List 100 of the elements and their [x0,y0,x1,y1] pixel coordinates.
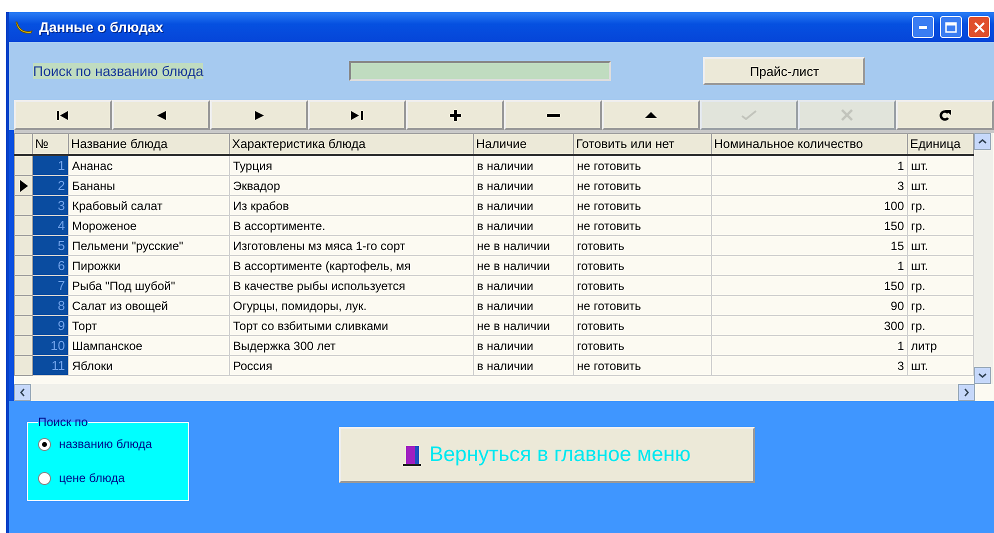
grid-corner [14,134,32,155]
refresh-icon [939,109,951,121]
table-cell: готовить [574,236,712,256]
table-cell: Турция [230,155,474,176]
table-cell: в наличии [474,216,574,236]
banana-icon [15,20,33,34]
table-cell: Изготовлены мз мяса 1-го сорт [230,236,474,256]
table-cell: в наличии [474,196,574,216]
search-label: Поиск по названию блюда [33,63,204,79]
door-icon [403,444,422,466]
table-cell: не готовить [574,196,712,216]
table-cell: 10 [32,336,68,356]
navigator-button[interactable] [504,100,602,130]
table-cell: Шампанское [68,336,230,356]
table-cell: В ассортименте (картофель, мя [230,256,474,276]
table-cell: 150 [712,216,908,236]
table-cell: не готовить [574,155,712,176]
last-record-icon [351,110,363,120]
vertical-scrollbar[interactable] [974,133,993,384]
radio-option[interactable]: названию блюда [38,437,178,451]
table-cell: 15 [712,236,908,256]
table-cell: готовить [574,316,712,336]
group-title: Поиск по [38,415,88,429]
table-cell: Пирожки [68,256,230,276]
column-header[interactable]: Готовить или нет [574,134,712,155]
table-cell: 9 [32,316,68,336]
table-cell: 150 [712,276,908,296]
column-header[interactable]: № [32,134,68,155]
table-cell: в наличии [474,356,574,376]
cross-icon [841,109,853,121]
maximize-button[interactable] [940,16,962,38]
row-indicator[interactable] [14,176,32,196]
table-cell: Крабовый салат [68,196,230,216]
table-cell: не в наличии [474,316,574,336]
navigator-button[interactable] [896,100,994,130]
navigator-button[interactable] [14,100,112,130]
table-cell: 4 [32,216,68,236]
column-header[interactable]: Название блюда [68,134,230,155]
table-cell: Бананы [68,176,230,196]
table-cell: Эквадор [230,176,474,196]
next-record-icon [254,110,264,120]
first-record-icon [57,110,69,120]
close-icon [974,22,984,32]
table-cell: Ананас [68,155,230,176]
chevron-left-icon [20,388,25,397]
table-cell: в наличии [474,176,574,196]
table-cell: Пельмени "русские" [68,236,230,256]
table-cell: готовить [574,276,712,296]
table-cell: 3 [712,176,908,196]
table-cell: Салат из овощей [68,296,230,316]
table-cell: 90 [712,296,908,316]
column-header[interactable]: Характеристика блюда [230,134,474,155]
table-cell: Яблоки [68,356,230,376]
table-cell: 300 [712,316,908,336]
column-header[interactable]: Единица [908,134,974,155]
table-cell: не в наличии [474,256,574,276]
window-title: Данные о блюдах [39,19,164,35]
table-cell: в наличии [474,336,574,356]
radio-option[interactable]: цене блюда [38,471,178,485]
table-cell: Торт [68,316,230,336]
navigator-button[interactable] [308,100,406,130]
column-header[interactable]: Наличие [474,134,574,155]
table-cell: не готовить [574,176,712,196]
minimize-button[interactable] [912,16,934,38]
plus-icon [450,110,460,120]
navigator-button[interactable] [602,100,700,130]
up-triangle-icon [645,112,657,118]
column-header[interactable]: Номинальное количество [712,134,908,155]
table-cell: В ассортименте. [230,216,474,236]
table-cell: 1 [32,155,68,176]
table-cell: 2 [32,176,68,196]
table-cell: В качестве рыбы используется [230,276,474,296]
table-cell: не готовить [574,216,712,236]
search-field[interactable] [349,61,612,81]
table-cell: 5 [32,236,68,256]
table-cell: Из крабов [230,196,474,216]
table-cell: не готовить [574,296,712,316]
close-button[interactable] [968,16,990,38]
table-cell: Рыба "Под шубой" [68,276,230,296]
navigator-button[interactable] [210,100,308,130]
previous-record-icon [156,110,166,120]
table-cell: 1 [712,155,908,176]
table-cell: 100 [712,196,908,216]
horizontal-scrollbar[interactable] [14,384,975,401]
chevron-up-icon [978,139,987,144]
chevron-right-icon [964,388,969,397]
table-cell: 3 [712,356,908,376]
table-cell: 3 [32,196,68,216]
navigator-button[interactable] [112,100,210,130]
table-cell: в наличии [474,296,574,316]
minus-icon [546,114,560,116]
table-cell: не готовить [574,356,712,376]
table-cell: 8 [32,296,68,316]
chevron-down-icon [978,373,987,378]
row-indicator[interactable] [14,155,32,176]
navigator-button[interactable] [406,100,504,130]
price-list-button[interactable]: Прайс-лист [703,57,866,85]
table-cell: Мороженое [68,216,230,236]
table-cell: 11 [32,356,68,376]
table-cell: Выдержка 300 лет [230,336,474,356]
